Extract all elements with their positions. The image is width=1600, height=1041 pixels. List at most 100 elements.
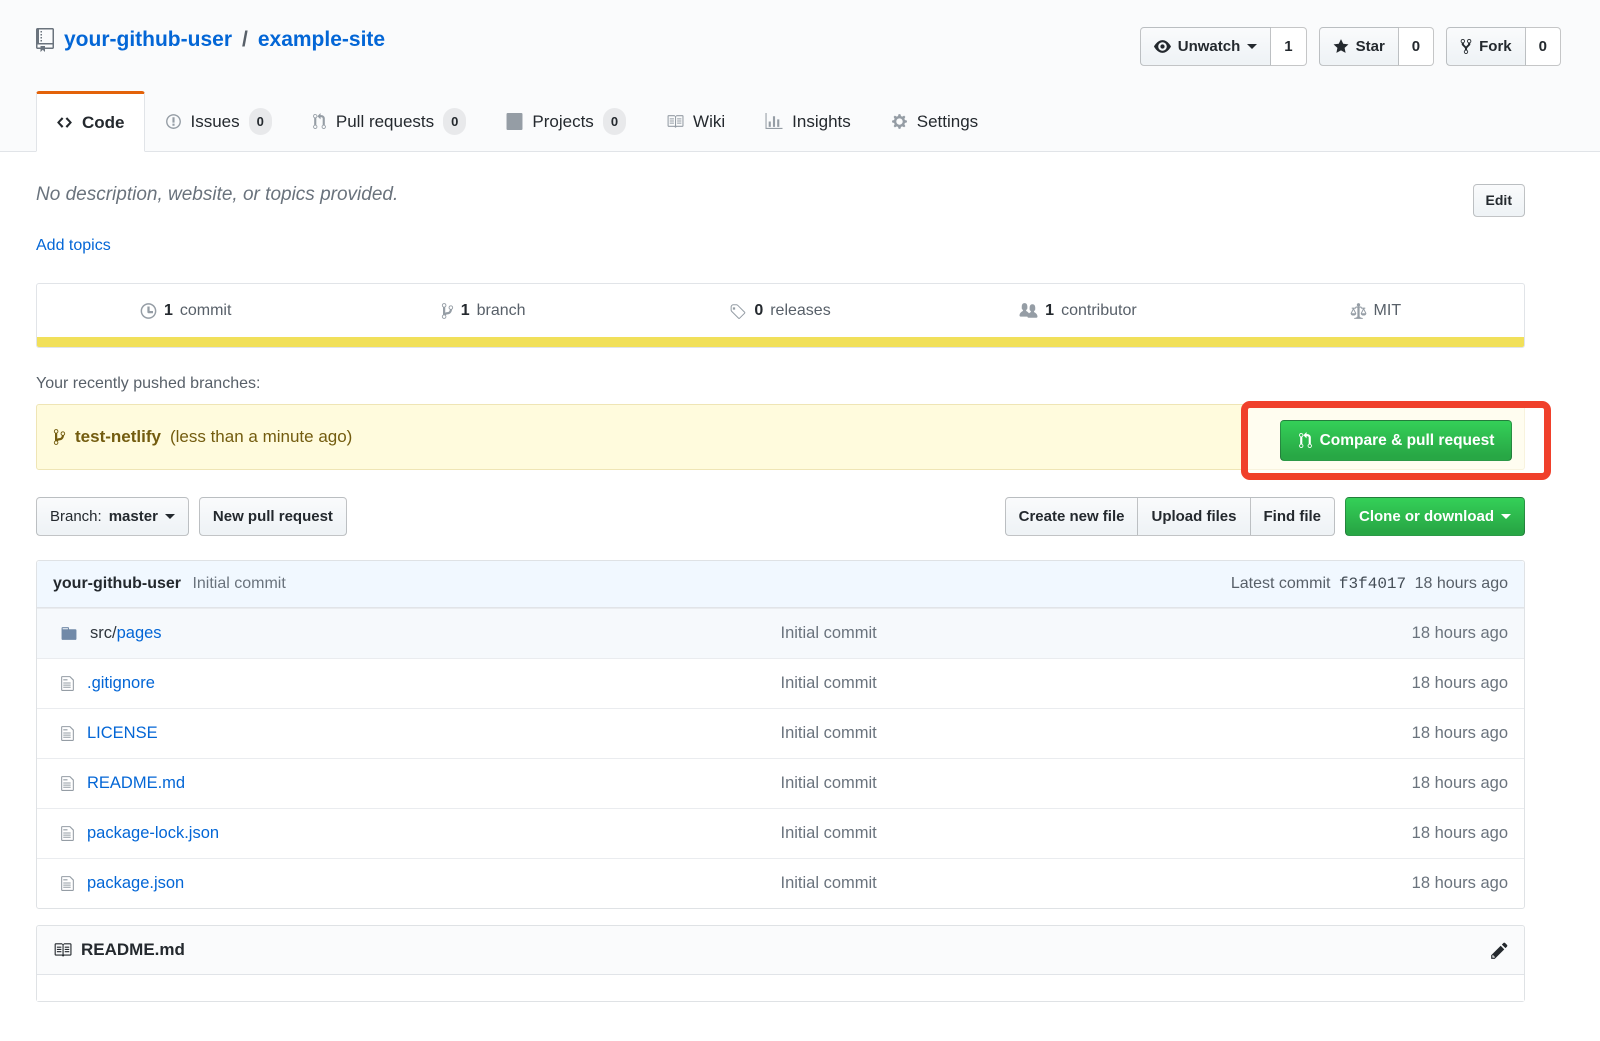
git-branch-icon [441, 302, 454, 320]
file-link[interactable]: package-lock.json [87, 824, 219, 842]
row-age: 18 hours ago [1338, 624, 1508, 643]
file-icon [60, 825, 75, 842]
row-commit-message[interactable]: Initial commit [781, 874, 1339, 893]
star-button[interactable]: Star [1319, 27, 1399, 66]
folder-icon [60, 625, 78, 642]
create-new-file-button[interactable]: Create new file [1005, 497, 1138, 536]
issues-count-badge: 0 [249, 108, 272, 135]
clone-or-download-button[interactable]: Clone or download [1345, 497, 1525, 536]
star-count[interactable]: 0 [1399, 27, 1434, 66]
book-icon [53, 941, 72, 959]
star-icon [1333, 38, 1349, 55]
law-icon [1350, 302, 1367, 320]
tab-projects[interactable]: Projects 0 [486, 91, 646, 151]
row-age: 18 hours ago [1338, 724, 1508, 743]
gear-icon [891, 113, 908, 130]
commit-sha-link[interactable]: f3f4017 [1339, 575, 1406, 593]
breadcrumb-separator: / [242, 27, 248, 53]
pull-request-icon [1298, 432, 1313, 449]
recent-branches-heading: Your recently pushed branches: [36, 375, 1525, 393]
readme-title: README.md [81, 940, 185, 960]
row-commit-message[interactable]: Initial commit [781, 674, 1339, 693]
repo-description: No description, website, or topics provi… [36, 184, 398, 206]
row-commit-message[interactable]: Initial commit [781, 724, 1339, 743]
file-link[interactable]: package.json [87, 874, 184, 892]
commits-stat[interactable]: 1 commit [37, 284, 334, 337]
chevron-down-icon [1501, 514, 1511, 524]
project-icon [506, 113, 523, 130]
repo-icon [36, 28, 54, 52]
table-row[interactable]: LICENSE Initial commit 18 hours ago [37, 708, 1524, 758]
file-link[interactable]: LICENSE [87, 724, 158, 742]
history-icon [140, 302, 157, 320]
compare-pull-request-button[interactable]: Compare & pull request [1280, 420, 1513, 461]
latest-commit-bar: your-github-user Initial commit Latest c… [37, 561, 1524, 608]
book-icon [666, 113, 684, 130]
highlight-annotation-box: Compare & pull request [1241, 401, 1551, 480]
breadcrumb: your-github-user / example-site [36, 27, 385, 53]
contributors-stat[interactable]: 1 contributor [929, 284, 1226, 337]
table-row[interactable]: README.md Initial commit 18 hours ago [37, 758, 1524, 808]
branches-stat[interactable]: 1 branch [334, 284, 631, 337]
people-icon [1019, 302, 1038, 320]
chevron-down-icon [165, 514, 175, 524]
watch-count[interactable]: 1 [1271, 27, 1306, 66]
row-age: 18 hours ago [1338, 774, 1508, 793]
row-age: 18 hours ago [1338, 874, 1508, 893]
table-row[interactable]: package-lock.json Initial commit 18 hour… [37, 808, 1524, 858]
breadcrumb-owner-link[interactable]: your-github-user [64, 27, 232, 53]
unwatch-button[interactable]: Unwatch [1140, 27, 1272, 66]
pulls-count-badge: 0 [443, 108, 466, 135]
repo-header: your-github-user / example-site Unwatch … [0, 0, 1600, 152]
commit-author-link[interactable]: your-github-user [53, 575, 181, 592]
tab-settings[interactable]: Settings [871, 91, 998, 151]
table-row[interactable]: package.json Initial commit 18 hours ago [37, 858, 1524, 908]
pencil-icon[interactable] [1491, 941, 1508, 960]
file-link[interactable]: pages [117, 624, 162, 642]
file-icon [60, 775, 75, 792]
git-branch-icon [53, 428, 66, 446]
tag-icon [730, 302, 747, 320]
new-pull-request-button[interactable]: New pull request [199, 497, 347, 536]
row-commit-message[interactable]: Initial commit [781, 824, 1339, 843]
releases-stat[interactable]: 0 releases [632, 284, 929, 337]
tab-code[interactable]: Code [36, 91, 145, 152]
recent-branch-age: (less than a minute ago) [170, 427, 352, 447]
repo-nav: Code Issues 0 Pull requests 0 Projects 0… [36, 91, 1525, 151]
table-row[interactable]: src/pages Initial commit 18 hours ago [37, 608, 1524, 658]
branch-select-button[interactable]: Branch: master [36, 497, 189, 536]
graph-icon [765, 113, 783, 130]
row-age: 18 hours ago [1338, 824, 1508, 843]
tab-issues[interactable]: Issues 0 [145, 91, 292, 151]
fork-count[interactable]: 0 [1526, 27, 1561, 66]
commit-message-link[interactable]: Initial commit [192, 575, 285, 592]
file-path-prefix[interactable]: src/ [90, 624, 117, 642]
edit-description-button[interactable]: Edit [1473, 184, 1525, 217]
language-bar[interactable] [37, 337, 1524, 347]
table-row[interactable]: .gitignore Initial commit 18 hours ago [37, 658, 1524, 708]
eye-icon [1154, 38, 1171, 55]
breadcrumb-repo-link[interactable]: example-site [258, 27, 385, 53]
issue-icon [165, 113, 182, 130]
code-icon [56, 114, 73, 131]
projects-count-badge: 0 [603, 108, 626, 135]
repo-summary-bar: 1 commit 1 branch 0 releases 1 contribut… [36, 283, 1525, 348]
recent-branch-link[interactable]: test-netlify [75, 427, 161, 447]
file-link[interactable]: README.md [87, 774, 185, 792]
pagehead-actions: Unwatch 1 Star 0 Fork [1140, 27, 1561, 66]
tab-insights[interactable]: Insights [745, 91, 871, 151]
file-link[interactable]: .gitignore [87, 674, 155, 692]
recent-branch-banner: test-netlify (less than a minute ago) Co… [36, 404, 1525, 470]
row-commit-message[interactable]: Initial commit [781, 774, 1339, 793]
tab-pull-requests[interactable]: Pull requests 0 [292, 91, 487, 151]
tab-wiki[interactable]: Wiki [646, 91, 745, 151]
find-file-button[interactable]: Find file [1250, 497, 1336, 536]
row-commit-message[interactable]: Initial commit [781, 624, 1339, 643]
upload-files-button[interactable]: Upload files [1137, 497, 1249, 536]
readme-body [37, 975, 1524, 1001]
add-topics-link[interactable]: Add topics [36, 237, 111, 255]
file-icon [60, 875, 75, 892]
commit-age: 18 hours ago [1415, 575, 1508, 592]
fork-button[interactable]: Fork [1446, 27, 1526, 66]
license-stat[interactable]: MIT [1227, 284, 1524, 337]
